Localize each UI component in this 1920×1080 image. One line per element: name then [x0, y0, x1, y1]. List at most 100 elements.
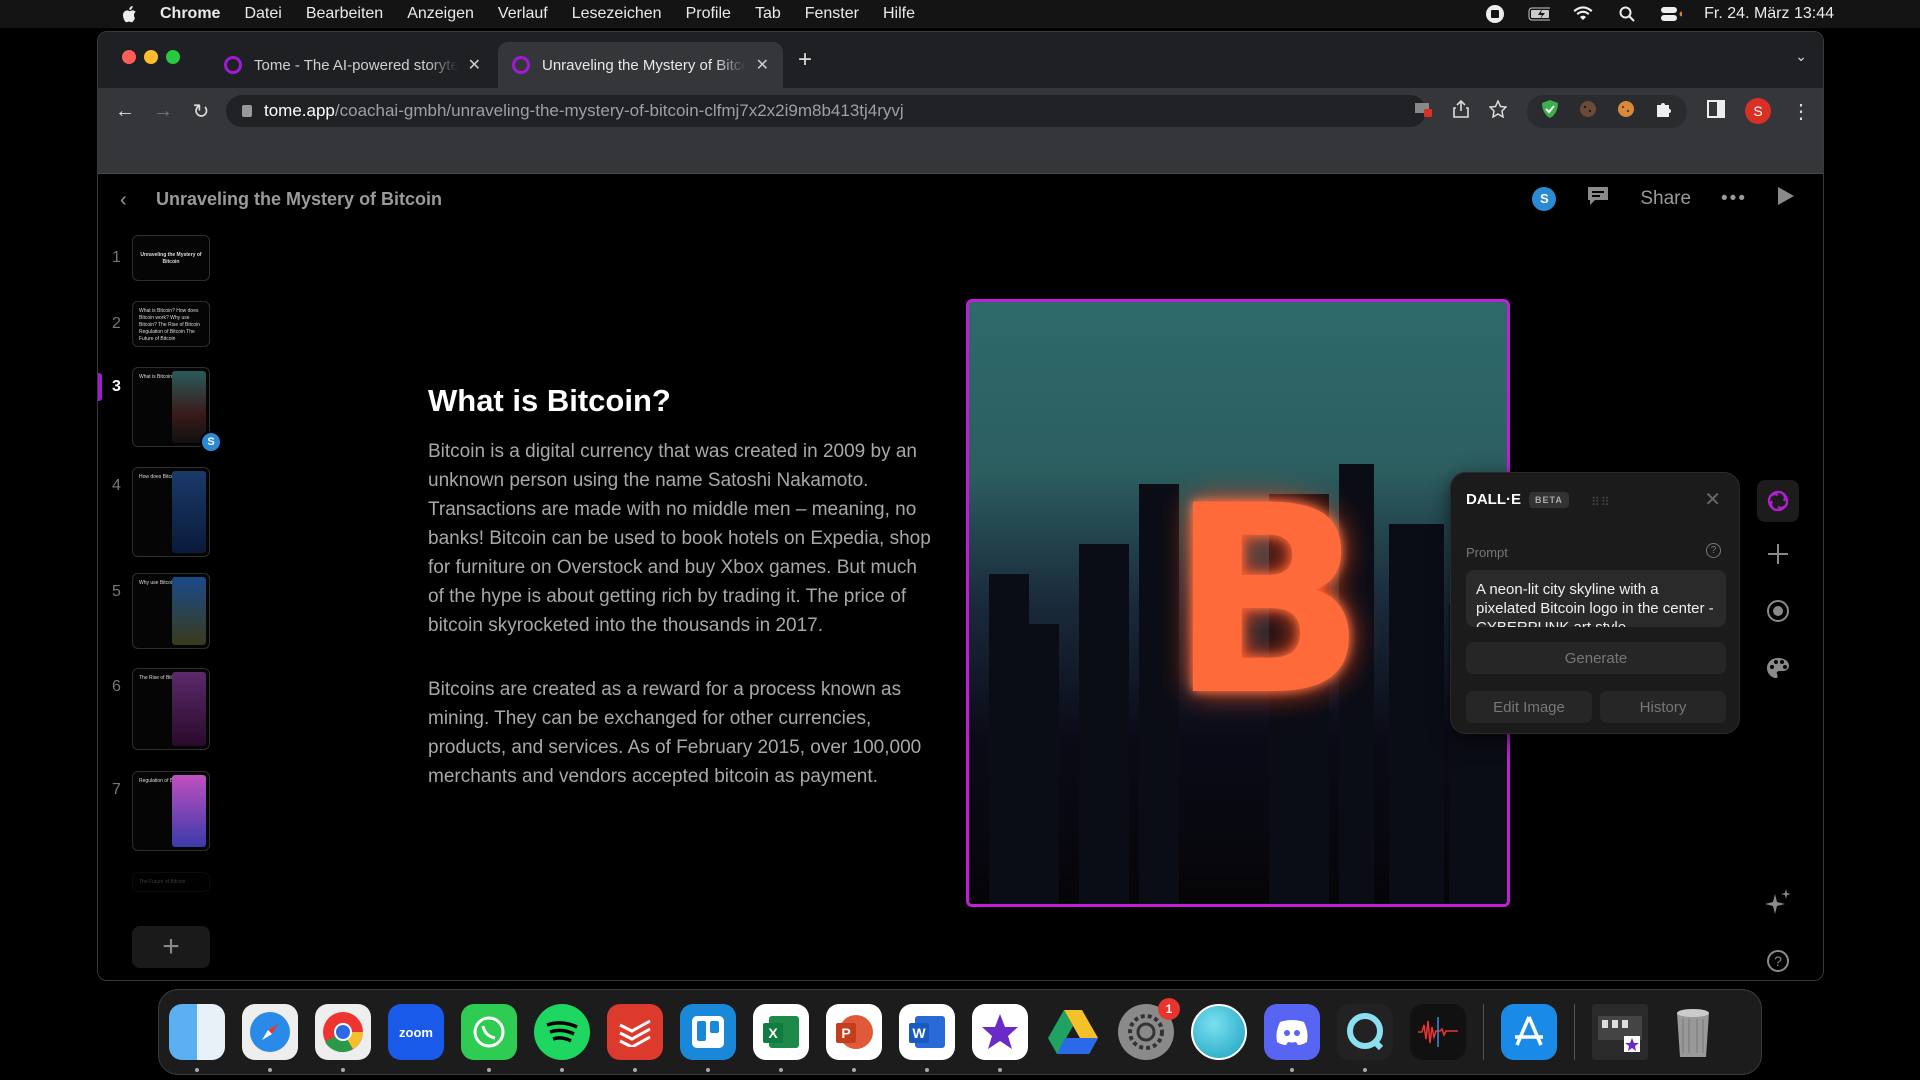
- menu-tab[interactable]: Tab: [755, 5, 781, 23]
- minimize-window-button[interactable]: [144, 50, 158, 64]
- browser-menu-kebab-icon[interactable]: ⋮: [1791, 99, 1811, 124]
- tab-title: Tome - The AI-powered storytelling: [254, 56, 458, 74]
- menu-verlauf[interactable]: Verlauf: [498, 5, 548, 23]
- address-bar[interactable]: tome.app/coachai-gmbh/unraveling-the-mys…: [226, 95, 1426, 127]
- thumbnail-text: What is Bitcoin? How does Bitcoin work? …: [139, 308, 201, 342]
- generated-image-selected[interactable]: B: [966, 299, 1510, 907]
- apple-menu-icon[interactable]: [120, 4, 138, 24]
- present-play-icon[interactable]: [1777, 186, 1795, 211]
- pixelated-bitcoin-logo: B: [1169, 451, 1368, 753]
- screen-record-icon[interactable]: [1484, 4, 1506, 24]
- menu-datei[interactable]: Datei: [244, 5, 281, 23]
- menu-hilfe[interactable]: Hilfe: [883, 5, 915, 23]
- tab-tome-home[interactable]: Tome - The AI-powered storytelling ✕: [210, 42, 495, 88]
- dock-google-drive[interactable]: [1045, 1004, 1101, 1060]
- dock-voice-memos[interactable]: [1410, 1004, 1466, 1060]
- menubar-datetime[interactable]: Fr. 24. März 13:44: [1704, 5, 1834, 23]
- thumbnail-number: 3: [112, 378, 121, 395]
- dock-todoist[interactable]: [607, 1004, 663, 1072]
- record-icon[interactable]: [1761, 594, 1795, 628]
- slide-paragraph-2[interactable]: Bitcoins are created as a reward for a p…: [428, 675, 933, 791]
- edit-image-button[interactable]: Edit Image: [1466, 691, 1592, 723]
- bookmark-star-icon[interactable]: [1488, 98, 1508, 123]
- skyline-building: [1389, 524, 1444, 904]
- dalle-panel: DALL·E BETA ⠿⠿ ✕ Prompt ? A neon-lit cit…: [1450, 472, 1740, 734]
- dock-imovie[interactable]: [972, 1004, 1028, 1072]
- slide-paragraph-1[interactable]: Bitcoin is a digital currency that was c…: [428, 437, 933, 640]
- dock-word[interactable]: W: [899, 1004, 955, 1072]
- menu-fenster[interactable]: Fenster: [805, 5, 859, 23]
- add-page-button[interactable]: +: [132, 926, 210, 968]
- menu-profile[interactable]: Profile: [686, 5, 731, 23]
- dalle-openai-icon[interactable]: [1757, 480, 1799, 522]
- dock-mirror-app[interactable]: [1191, 1004, 1247, 1060]
- reload-icon[interactable]: ↻: [190, 99, 212, 124]
- new-tab-plus-icon[interactable]: +: [798, 46, 812, 74]
- side-panel-icon[interactable]: [1707, 99, 1725, 123]
- control-center-icon[interactable]: [1660, 4, 1683, 24]
- url-host: tome.app: [264, 101, 335, 120]
- back-chevron-icon[interactable]: ‹: [120, 189, 127, 212]
- dock-discord[interactable]: [1264, 1004, 1320, 1072]
- dock-powerpoint[interactable]: P: [826, 1004, 882, 1072]
- tab-bitcoin-doc[interactable]: Unraveling the Mystery of Bitcoin ✕: [498, 42, 783, 88]
- history-button[interactable]: History: [1600, 691, 1726, 723]
- skyline-building: [1079, 544, 1129, 904]
- cast-blocked-icon[interactable]: [1415, 101, 1433, 122]
- prompt-textarea[interactable]: A neon-lit city skyline with a pixelated…: [1466, 570, 1726, 627]
- menu-bearbeiten[interactable]: Bearbeiten: [306, 5, 383, 23]
- drag-handle-icon[interactable]: ⠿⠿: [1591, 495, 1611, 509]
- dock-chrome[interactable]: [315, 1004, 371, 1072]
- cookie-extension-icon[interactable]: [1579, 100, 1597, 123]
- dock-trash[interactable]: [1665, 1004, 1721, 1060]
- lock-icon[interactable]: [242, 105, 252, 117]
- dock-system-settings[interactable]: 1: [1118, 998, 1180, 1060]
- theme-palette-icon[interactable]: [1761, 651, 1795, 685]
- dock-trello[interactable]: [680, 1004, 736, 1072]
- dock-quicktime[interactable]: [1337, 1004, 1393, 1072]
- generate-button[interactable]: Generate: [1466, 642, 1726, 674]
- more-options-icon[interactable]: •••: [1721, 188, 1747, 210]
- close-tab-icon[interactable]: ✕: [756, 55, 769, 75]
- forward-arrow-icon[interactable]: →: [152, 100, 174, 123]
- dock-spotify[interactable]: [534, 1004, 590, 1072]
- spotlight-search-icon[interactable]: [1616, 4, 1638, 24]
- battery-charging-icon[interactable]: [1528, 4, 1551, 24]
- profile-avatar[interactable]: S: [1745, 98, 1771, 124]
- svg-text:W: W: [912, 1025, 926, 1041]
- cookie-editor-extension-icon[interactable]: [1617, 100, 1635, 123]
- dock-downloads-stack[interactable]: [1592, 1004, 1648, 1060]
- share-page-icon[interactable]: [1453, 99, 1469, 123]
- menu-anzeigen[interactable]: Anzeigen: [407, 5, 474, 23]
- help-icon[interactable]: ?: [1706, 543, 1721, 558]
- add-tile-plus-icon[interactable]: [1761, 537, 1795, 571]
- doc-title[interactable]: Unraveling the Mystery of Bitcoin: [156, 189, 442, 210]
- ai-sparkle-icon[interactable]: [1761, 885, 1795, 919]
- adguard-extension-icon[interactable]: [1541, 99, 1559, 124]
- extensions-puzzle-icon[interactable]: [1655, 100, 1673, 123]
- menu-app-name[interactable]: Chrome: [160, 5, 220, 23]
- dock-whatsapp[interactable]: [461, 1004, 517, 1072]
- close-tab-icon[interactable]: ✕: [468, 55, 481, 75]
- dock-zoom[interactable]: zoom: [388, 1004, 444, 1060]
- collaborator-avatar[interactable]: S: [1532, 186, 1557, 211]
- help-question-icon[interactable]: ?: [1761, 944, 1795, 978]
- comments-icon[interactable]: [1586, 185, 1610, 212]
- thumbnail-number: 2: [112, 315, 121, 332]
- tab-search-chevron-icon[interactable]: ⌄: [1795, 48, 1807, 65]
- menu-lesezeichen[interactable]: Lesezeichen: [572, 5, 662, 23]
- close-window-button[interactable]: [122, 50, 136, 64]
- close-panel-icon[interactable]: ✕: [1704, 487, 1721, 512]
- wifi-icon[interactable]: [1572, 4, 1594, 24]
- back-arrow-icon[interactable]: ←: [114, 100, 136, 123]
- dock-safari[interactable]: [242, 1004, 298, 1072]
- slide-title[interactable]: What is Bitcoin?: [428, 383, 671, 419]
- prompt-label: Prompt: [1466, 545, 1508, 560]
- zoom-window-button[interactable]: [166, 50, 180, 64]
- share-button[interactable]: Share: [1640, 188, 1691, 210]
- tome-favicon-icon: [224, 56, 242, 74]
- dock-app-store[interactable]: [1501, 1004, 1557, 1060]
- dock-excel[interactable]: X: [753, 1004, 809, 1072]
- dock-finder[interactable]: [169, 1004, 225, 1072]
- bookmarks-bar: [98, 134, 1823, 174]
